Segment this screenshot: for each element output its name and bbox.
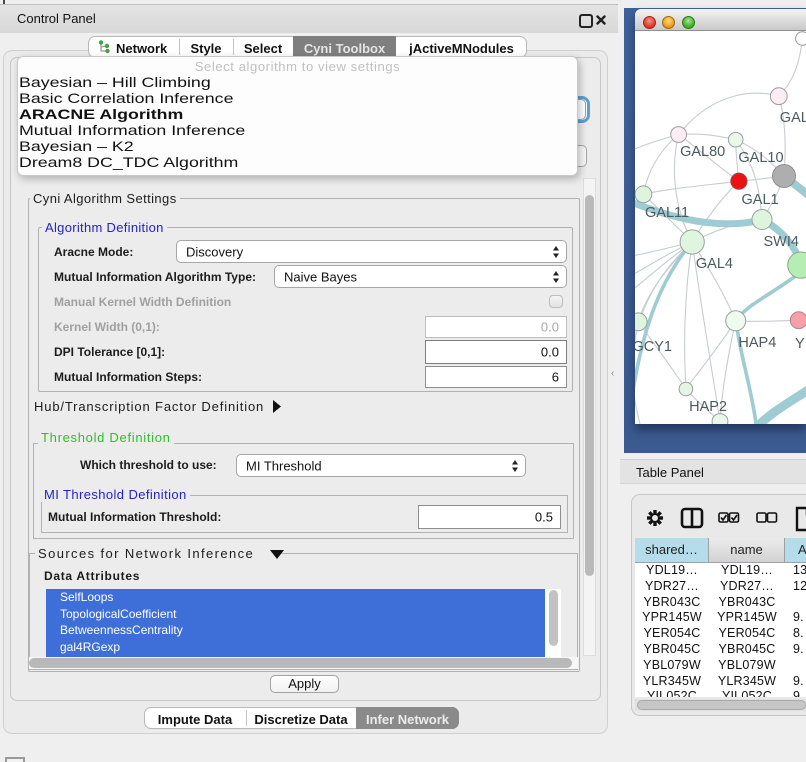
svg-text:HAP4: HAP4 xyxy=(738,335,776,351)
svg-text:GAL7: GAL7 xyxy=(780,110,806,126)
svg-text:SWI4: SWI4 xyxy=(764,234,799,250)
svg-text:GAL1: GAL1 xyxy=(742,192,779,208)
svg-text:GCY1: GCY1 xyxy=(635,339,672,355)
svg-text:GAL11: GAL11 xyxy=(645,205,689,221)
svg-text:GAL10: GAL10 xyxy=(738,150,783,166)
svg-text:HAP2: HAP2 xyxy=(689,399,727,415)
svg-text:GAL80: GAL80 xyxy=(680,144,725,160)
svg-text:GAL4: GAL4 xyxy=(696,256,733,272)
svg-text:Y: Y xyxy=(795,336,805,352)
